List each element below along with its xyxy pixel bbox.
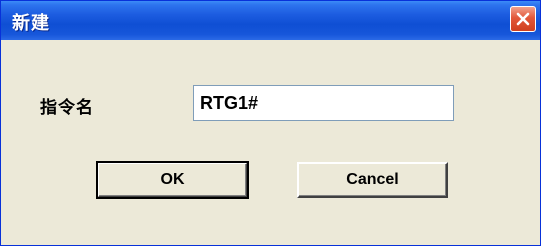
- close-icon: [516, 12, 530, 26]
- window-title: 新建: [12, 13, 50, 34]
- close-button[interactable]: [510, 6, 536, 32]
- ok-button[interactable]: OK: [96, 161, 249, 199]
- cancel-button[interactable]: Cancel: [297, 162, 448, 198]
- command-name-label: 指令名: [40, 98, 94, 118]
- command-name-input[interactable]: [193, 85, 454, 121]
- dialog-window: 新建 指令名 OK Cancel: [0, 0, 541, 246]
- title-bar[interactable]: 新建: [1, 1, 540, 40]
- dialog-content: 指令名 OK Cancel: [1, 40, 540, 245]
